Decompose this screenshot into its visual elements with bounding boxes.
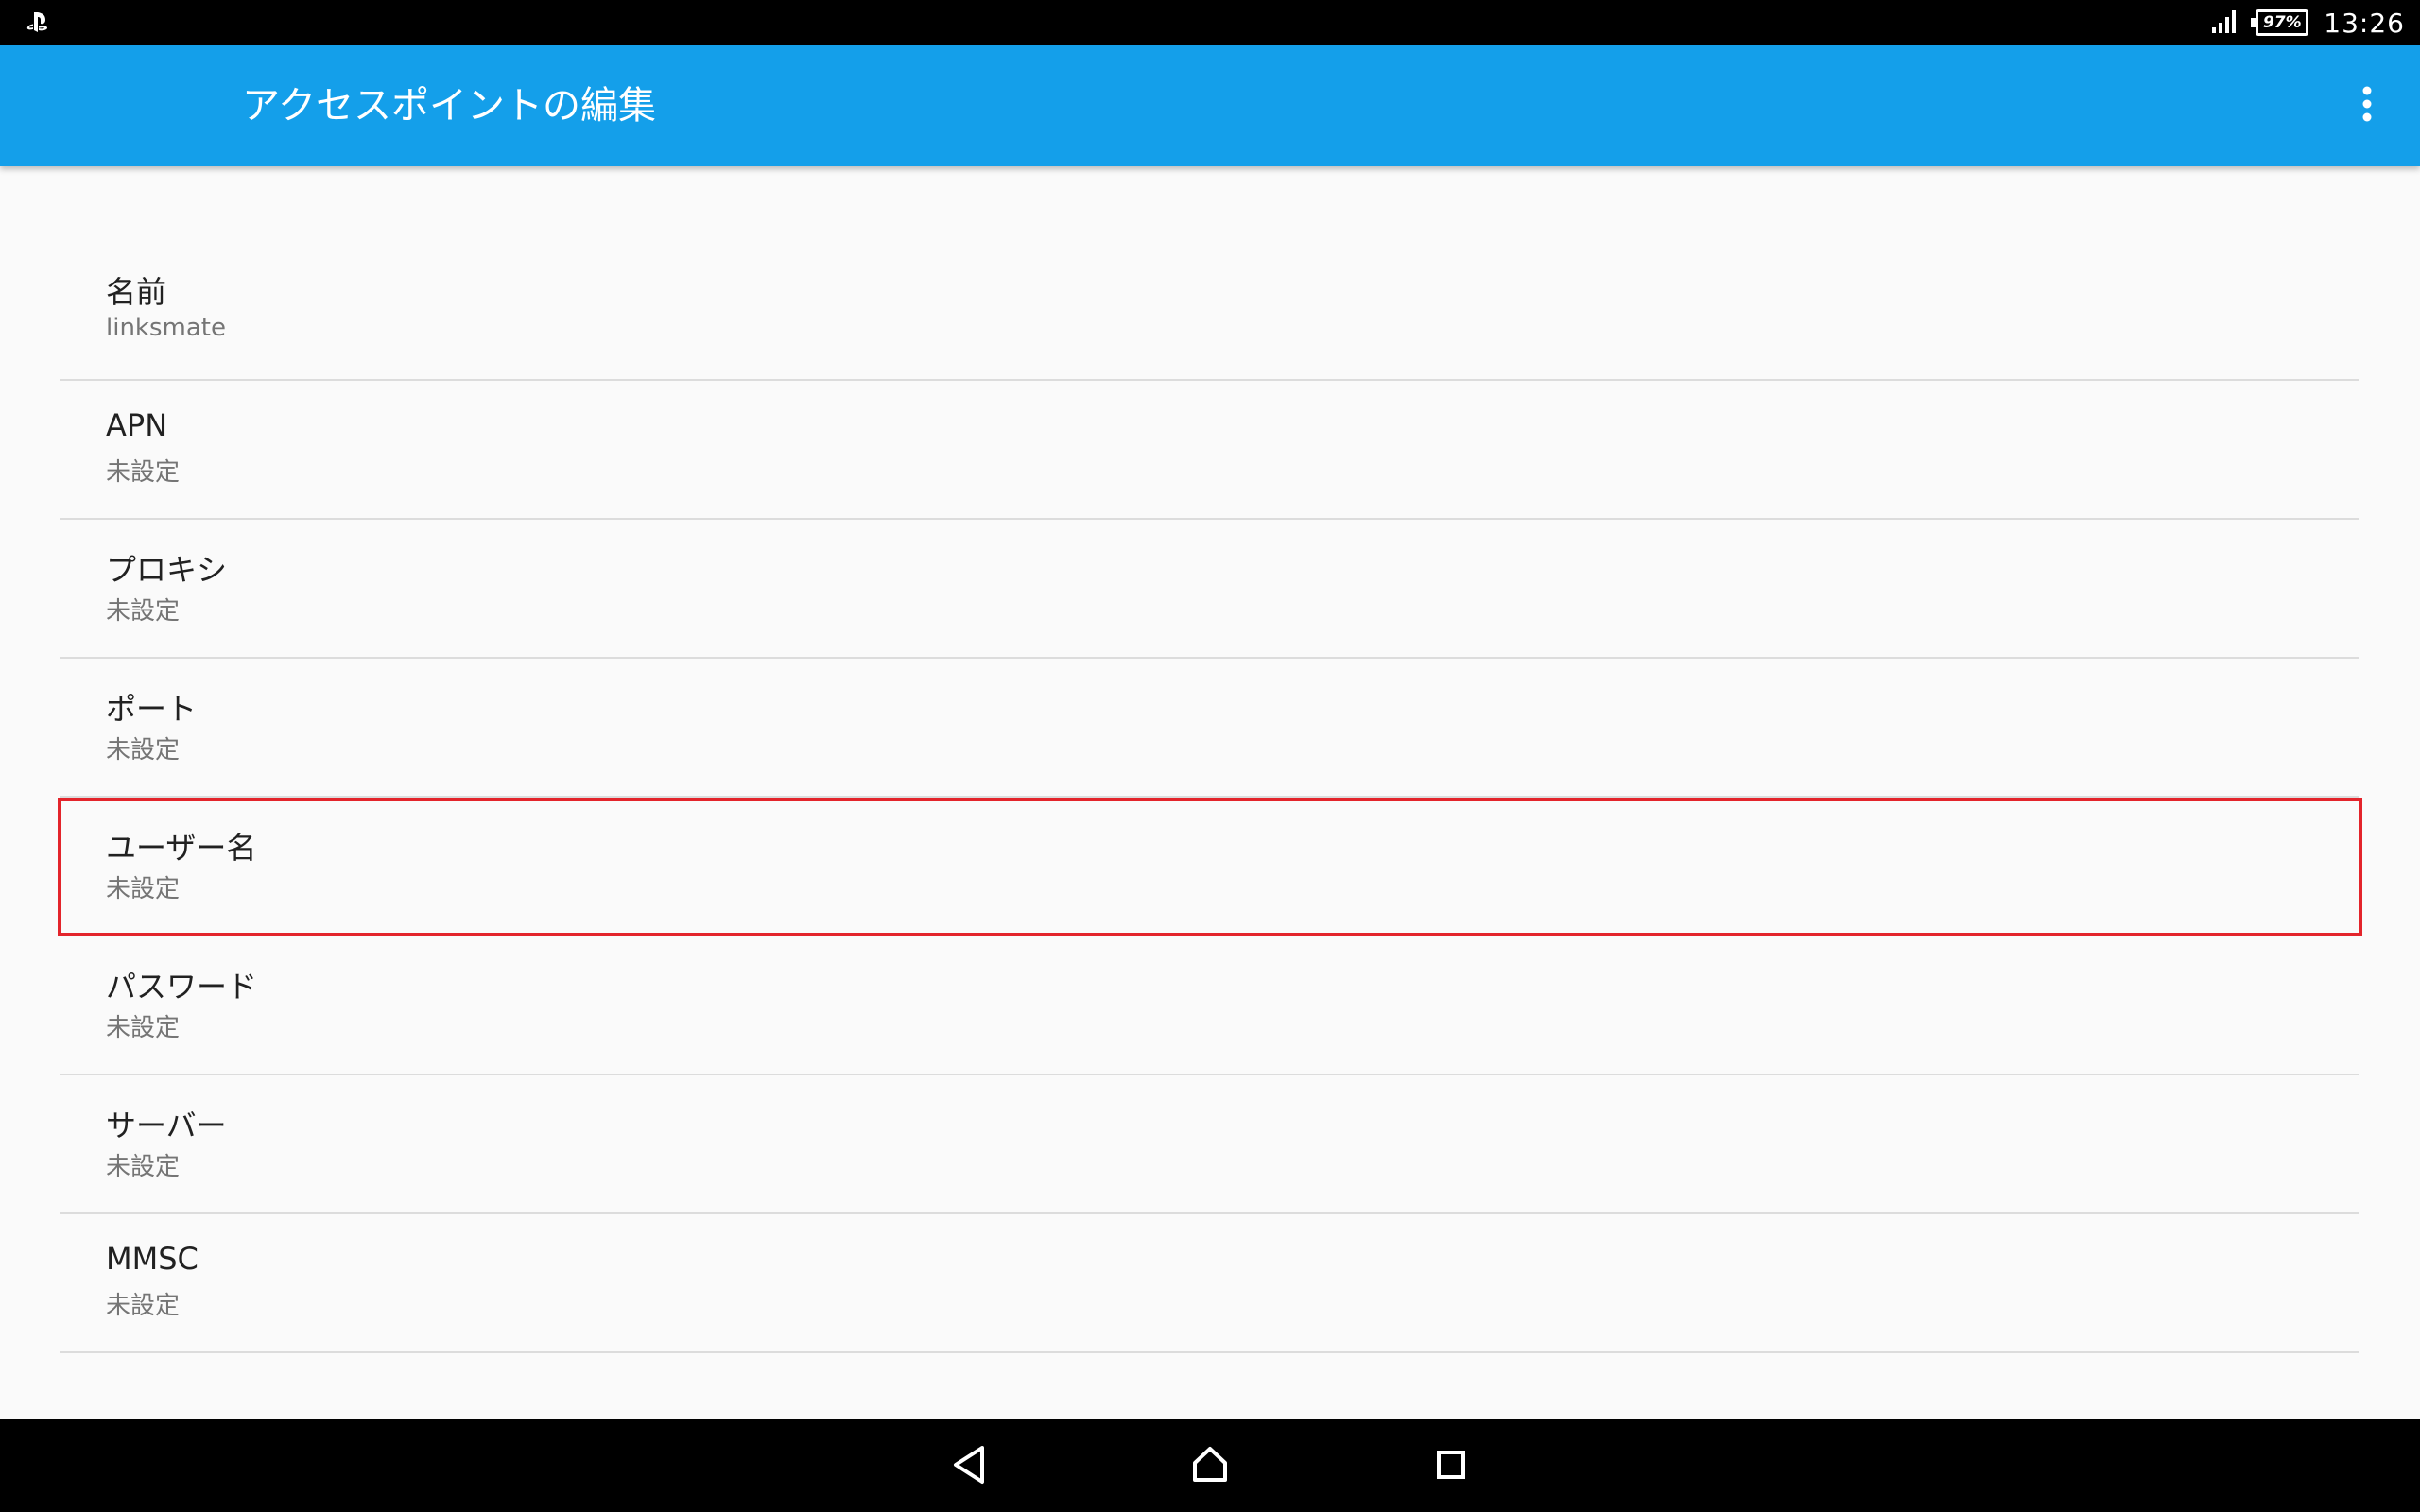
pref-title: サーバー: [106, 1108, 227, 1143]
pref-summary: 未設定: [106, 1153, 181, 1181]
pref-apn[interactable]: APN 未設定: [60, 381, 2360, 520]
cell-signal-icon: [2210, 7, 2240, 39]
pref-summary: 未設定: [106, 736, 181, 765]
pref-summary: 未設定: [106, 1014, 181, 1042]
recents-button[interactable]: [1423, 1438, 1479, 1495]
pref-port[interactable]: ポート 未設定: [60, 659, 2360, 798]
navigation-bar: [0, 1419, 2420, 1512]
pref-summary: 未設定: [106, 597, 181, 626]
home-icon: [1189, 1444, 1231, 1489]
status-bar: 97% 13:26: [0, 0, 2420, 45]
pref-username[interactable]: ユーザー名 未設定: [58, 798, 2362, 936]
pref-summary: 未設定: [106, 1292, 181, 1320]
pref-summary: linksmate: [106, 314, 226, 342]
pref-title: プロキシ: [106, 552, 228, 588]
pref-title: ユーザー名: [106, 830, 257, 866]
pref-title: MMSC: [106, 1241, 199, 1277]
pref-title: ポート: [106, 691, 198, 727]
pref-server[interactable]: サーバー 未設定: [60, 1075, 2360, 1214]
pref-proxy[interactable]: プロキシ 未設定: [60, 520, 2360, 659]
back-triangle-icon: [950, 1444, 988, 1489]
overflow-menu-button[interactable]: [2341, 79, 2394, 132]
pref-summary: 未設定: [106, 875, 181, 903]
pref-mmsc[interactable]: MMSC 未設定: [60, 1214, 2360, 1353]
battery-level: 97%: [2262, 13, 2302, 32]
pref-password[interactable]: パスワード 未設定: [60, 936, 2360, 1075]
back-button[interactable]: [941, 1438, 997, 1495]
pref-summary: 未設定: [106, 458, 181, 487]
home-button[interactable]: [1182, 1438, 1238, 1495]
status-indicators: 97% 13:26: [2210, 0, 2405, 45]
overflow-menu-icon: [2361, 85, 2373, 127]
app-bar: アクセスポイントの編集: [0, 45, 2420, 166]
status-time: 13:26: [2324, 7, 2405, 39]
playstation-app-icon: [25, 9, 51, 36]
pref-title: パスワード: [106, 969, 258, 1005]
preference-list: 名前 linksmate APN 未設定 プロキシ 未設定 ポート 未設定 ユー…: [58, 242, 2362, 1353]
battery-icon: 97%: [2251, 9, 2309, 36]
pref-title: APN: [106, 407, 168, 443]
recents-square-icon: [1432, 1446, 1470, 1487]
pref-name[interactable]: 名前 linksmate: [60, 242, 2360, 381]
page-title: アクセスポイントの編集: [242, 84, 656, 128]
settings-content: 名前 linksmate APN 未設定 プロキシ 未設定 ポート 未設定 ユー…: [0, 166, 2420, 1419]
pref-title: 名前: [106, 274, 167, 310]
